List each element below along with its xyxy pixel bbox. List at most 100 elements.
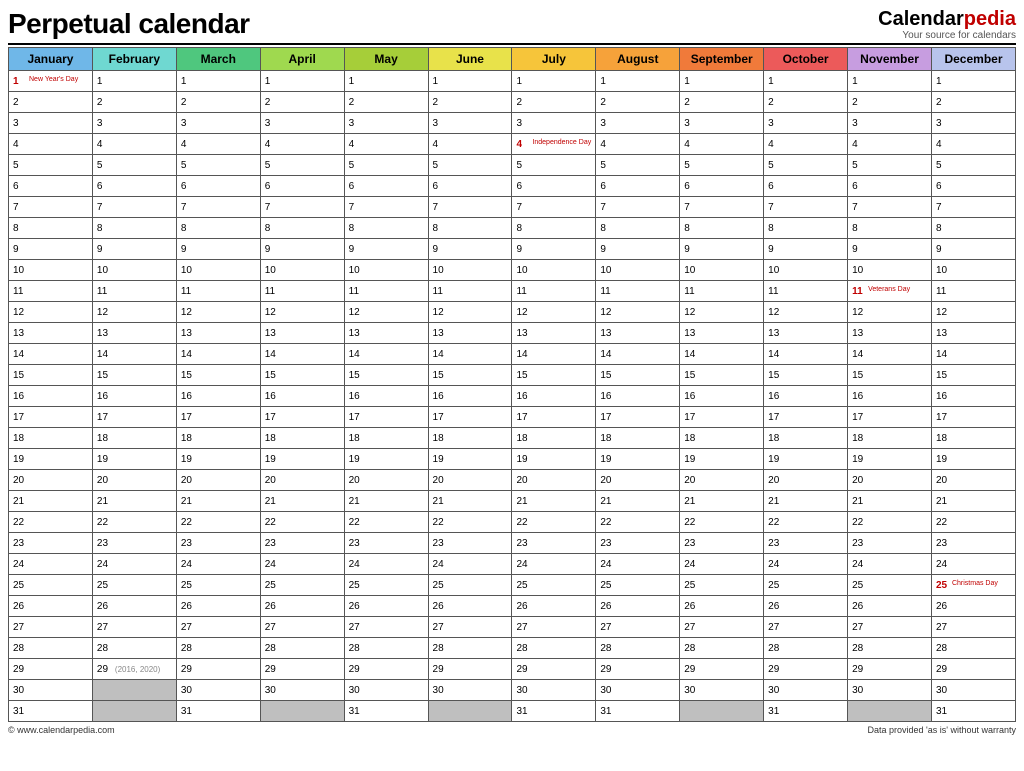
day-cell: 24: [848, 554, 932, 575]
day-cell: 26: [260, 596, 344, 617]
day-cell: 10: [680, 260, 764, 281]
holiday-label: Christmas Day: [952, 580, 998, 587]
day-cell: 22: [848, 512, 932, 533]
day-number: 27: [13, 622, 27, 633]
day-cell: 18: [680, 428, 764, 449]
day-number: 2: [181, 97, 195, 108]
day-cell: 24: [512, 554, 596, 575]
day-cell: 3: [512, 113, 596, 134]
day-cell: 31: [9, 701, 93, 722]
day-number: 18: [13, 433, 27, 444]
day-number: 13: [265, 328, 279, 339]
day-number: 14: [349, 349, 363, 360]
day-cell: 29: [764, 659, 848, 680]
day-cell: 15: [680, 365, 764, 386]
day-cell: 27: [176, 617, 260, 638]
day-number: 4: [684, 139, 698, 150]
day-number: 1: [852, 76, 866, 87]
day-cell: 1: [176, 71, 260, 92]
day-number: 12: [97, 307, 111, 318]
day-cell: 12: [9, 302, 93, 323]
day-cell: 13: [344, 323, 428, 344]
day-cell: 11: [9, 281, 93, 302]
day-number: 6: [516, 181, 530, 192]
day-number: 20: [768, 475, 782, 486]
table-row: 282828282828282828282828: [9, 638, 1016, 659]
day-cell: 2: [680, 92, 764, 113]
day-number: 5: [936, 160, 950, 171]
day-cell: 8: [176, 218, 260, 239]
day-cell: 20: [931, 470, 1015, 491]
day-number: 31: [936, 706, 950, 717]
day-number: 2: [433, 97, 447, 108]
day-number: 18: [600, 433, 614, 444]
day-number: 31: [600, 706, 614, 717]
day-cell: 12: [176, 302, 260, 323]
day-cell: 24: [176, 554, 260, 575]
day-cell: 3: [344, 113, 428, 134]
day-cell: 16: [344, 386, 428, 407]
day-cell: 2: [344, 92, 428, 113]
day-number: 27: [936, 622, 950, 633]
day-cell: 30: [176, 680, 260, 701]
day-number: 3: [600, 118, 614, 129]
day-cell: 9: [428, 239, 512, 260]
table-row: 171717171717171717171717: [9, 407, 1016, 428]
day-number: 12: [936, 307, 950, 318]
month-header-february: February: [92, 48, 176, 71]
day-number: 29: [852, 664, 866, 675]
day-cell: 1: [931, 71, 1015, 92]
month-header-june: June: [428, 48, 512, 71]
day-cell: 16: [428, 386, 512, 407]
day-number: 19: [13, 454, 27, 465]
day-number: 1: [265, 76, 279, 87]
day-number: 30: [936, 685, 950, 696]
day-number: 26: [13, 601, 27, 612]
day-number: 6: [181, 181, 195, 192]
day-number: 15: [768, 370, 782, 381]
day-cell: 7: [344, 197, 428, 218]
day-number: 9: [265, 244, 279, 255]
day-cell: 22: [512, 512, 596, 533]
table-row: 666666666666: [9, 176, 1016, 197]
day-number: 23: [265, 538, 279, 549]
day-cell: 12: [680, 302, 764, 323]
day-number: 12: [13, 307, 27, 318]
day-cell: 28: [9, 638, 93, 659]
day-number: 10: [600, 265, 614, 276]
day-cell: 25: [596, 575, 680, 596]
day-number: 3: [433, 118, 447, 129]
day-number: 19: [768, 454, 782, 465]
day-number: 14: [936, 349, 950, 360]
day-number: 25: [433, 580, 447, 591]
day-cell: 21: [680, 491, 764, 512]
day-number: 23: [768, 538, 782, 549]
day-number: 18: [936, 433, 950, 444]
day-cell: 11: [680, 281, 764, 302]
day-number: 11: [600, 286, 614, 297]
day-cell: 20: [848, 470, 932, 491]
day-number: 14: [516, 349, 530, 360]
day-number: 8: [516, 223, 530, 234]
day-number: 21: [349, 496, 363, 507]
day-cell: 5: [176, 155, 260, 176]
day-number: 13: [684, 328, 698, 339]
day-cell: 21: [92, 491, 176, 512]
day-cell: 1New Year's Day: [9, 71, 93, 92]
day-number: 12: [433, 307, 447, 318]
table-row: 999999999999: [9, 239, 1016, 260]
month-header-november: November: [848, 48, 932, 71]
table-row: 202020202020202020202020: [9, 470, 1016, 491]
day-cell: 29: [176, 659, 260, 680]
day-cell: 28: [260, 638, 344, 659]
day-cell: 25: [680, 575, 764, 596]
day-number: 1: [684, 76, 698, 87]
day-cell: 11: [931, 281, 1015, 302]
day-number: 2: [684, 97, 698, 108]
day-number: 28: [936, 643, 950, 654]
holiday-label: Veterans Day: [868, 286, 910, 293]
day-number: 2: [768, 97, 782, 108]
day-cell: 23: [680, 533, 764, 554]
day-cell: [260, 701, 344, 722]
day-cell: 5: [512, 155, 596, 176]
